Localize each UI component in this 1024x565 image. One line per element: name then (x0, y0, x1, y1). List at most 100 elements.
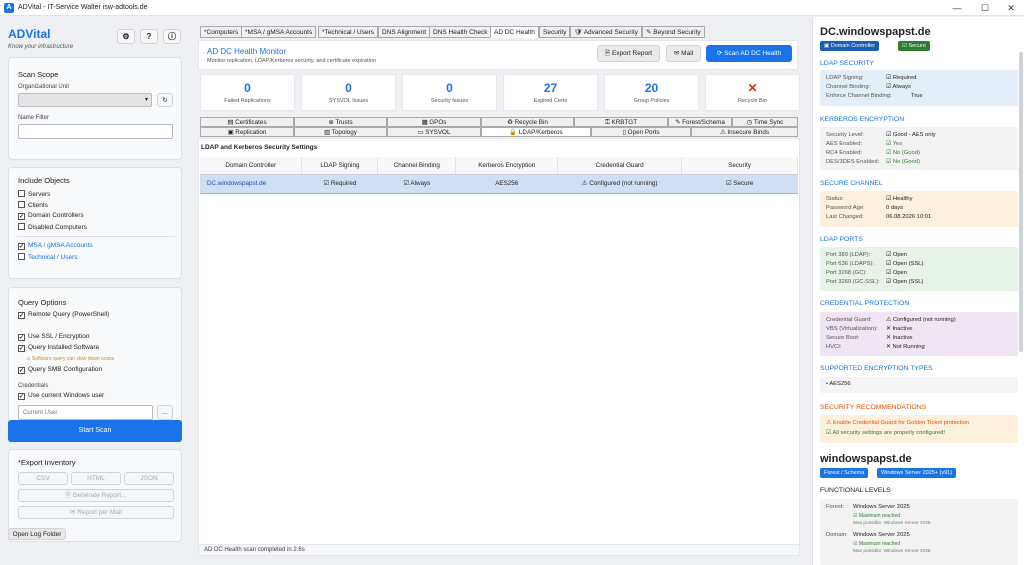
col-ldap-signing[interactable]: LDAP Signing (301, 157, 379, 175)
export-report-button[interactable]: 🗎 Export Report (597, 45, 660, 62)
ou-select[interactable]: ▾ (18, 93, 152, 107)
credential-protection-title: CREDENTIAL PROTECTION (820, 300, 910, 307)
software-checkbox[interactable]: ✓ Query Installed Software (18, 344, 99, 352)
report-mail-button[interactable]: ✉ Report per Mail (18, 506, 174, 519)
warning-icon: ⚠ (886, 317, 893, 323)
smb-checkbox[interactable]: ✓ Query SMB Configuration (18, 366, 102, 374)
subtab-recycle-bin[interactable]: ♻ Recycle Bin (481, 117, 574, 127)
subtab-open-ports[interactable]: ▯ Open Ports (591, 127, 691, 137)
tab-computers[interactable]: *Computers (200, 26, 243, 38)
export-html-button[interactable]: HTML (71, 472, 121, 485)
header-card: AD DC Health Monitor Monitor replication… (198, 40, 798, 70)
functional-levels-title: FUNCTIONAL LEVELS (820, 487, 891, 494)
subtab-gpos[interactable]: ▦ GPOs (387, 117, 481, 127)
subtab-sysvol[interactable]: ▭ SYSVOL (387, 127, 481, 137)
scan-scope-panel: Scan Scope Organizational Unit ▾ ↻ Name … (8, 57, 182, 160)
col-domain-controller[interactable]: Domain Controller (200, 157, 303, 175)
status-bar: AD DC Health scan completed in 2.6s (198, 544, 800, 556)
subtab-certificates[interactable]: ▤ Certificates (200, 117, 294, 127)
col-credential-guard[interactable]: Credential Guard (557, 157, 683, 175)
check-icon: ☑ (886, 279, 893, 285)
name-filter-label: Name Filter (18, 115, 50, 121)
include-title: Include Objects (18, 176, 70, 185)
tech-users-checkbox[interactable]: Technical / Users (18, 253, 78, 261)
subtab-insecure-binds[interactable]: ⚠ Insecure Binds (691, 127, 798, 137)
help-button[interactable]: ? (140, 29, 158, 44)
domain-controllers-checkbox[interactable]: ✓ Domain Controllers (18, 212, 84, 220)
server-icon: ▣ (824, 43, 831, 49)
current-user-checkbox[interactable]: ✓ Use current Windows user (18, 392, 104, 400)
document-icon: 🗎 (65, 492, 73, 499)
col-kerberos-encryption[interactable]: Kerberos Encryption (455, 157, 559, 175)
browse-button[interactable]: ... (157, 405, 173, 420)
detail-panel: DC.windowspapst.de ▣ Domain Controller ☑… (812, 17, 1024, 565)
tab-dns-health[interactable]: DNS Health Check (429, 26, 492, 38)
server-version-badge: Windows Server 2025+ (v91) (877, 468, 957, 478)
col-security[interactable]: Security (681, 157, 798, 175)
open-log-folder-button[interactable]: Open Log Folder (8, 528, 66, 540)
tab-advanced-security[interactable]: 🛡 Advanced Security (570, 26, 642, 38)
start-scan-button[interactable]: Start Scan (8, 420, 182, 442)
ssl-checkbox[interactable]: ✓ Use SSL / Encryption (18, 333, 90, 341)
ldap-security-title: LDAP SECURITY (820, 60, 874, 67)
software-warning: ⚠ Software query can slow down scans (26, 356, 115, 362)
generate-report-button[interactable]: 🗎 Generate Report... (18, 489, 174, 502)
subtab-krbtgt[interactable]: ⚿ KRBTGT (574, 117, 668, 127)
content-card (198, 138, 800, 548)
stat-expired-certs: 27 Expired Certs (503, 74, 598, 111)
mail-button[interactable]: ✉ Mail (666, 45, 701, 62)
check-icon: ☑ (886, 75, 893, 81)
window-title: ADVital - IT-Service Walter isw-adtools.… (18, 4, 148, 11)
subtab-replication[interactable]: ▣ Replication (200, 127, 294, 137)
brand-title: ADVital (8, 27, 51, 41)
recycle-icon: ♻ (507, 119, 515, 126)
subtab-trusts[interactable]: ⊕ Trusts (294, 117, 387, 127)
subtab-forest-schema[interactable]: ✎ Forest/Schema (668, 117, 732, 127)
scrollbar[interactable] (1019, 52, 1023, 352)
section-title: LDAP and Kerberos Security Settings (201, 144, 318, 151)
dc-name: DC.windowspapst.de (820, 26, 931, 38)
clients-checkbox[interactable]: Clients (18, 201, 48, 209)
forest-schema-badge: Forest / Schema (820, 468, 869, 478)
name-filter-input[interactable] (18, 124, 173, 139)
settings-button[interactable]: ⚙ (117, 29, 135, 44)
tab-dns-alignment[interactable]: DNS Alignment (378, 26, 431, 38)
close-button[interactable]: ✕ (1000, 2, 1022, 14)
check-icon: ☑ (886, 261, 893, 267)
tab-security[interactable]: Security (539, 26, 571, 38)
export-csv-button[interactable]: CSV (18, 472, 68, 485)
remote-query-checkbox[interactable]: ✓ Remote Query (PowerShell) (18, 311, 109, 319)
table-row[interactable]: DC.windowspapst.de ☑ Required ☑ Always A… (200, 173, 798, 194)
subtab-time-sync[interactable]: ◷ Time Sync (732, 117, 798, 127)
query-options-panel: Query Options ✓ Remote Query (PowerShell)… (8, 287, 182, 427)
msa-checkbox[interactable]: ✓ MSA / gMSA Accounts (18, 242, 93, 250)
subtab-ldap-kerberos[interactable]: 🔒 LDAP/Kerberos (481, 127, 591, 137)
secure-channel-box: Status: ☑ Healthy Password Age: 0 days Las… (820, 191, 1018, 227)
refresh-icon: ↻ (162, 97, 168, 104)
ldap-ports-title: LDAP PORTS (820, 236, 863, 243)
username-input[interactable]: Current User (18, 405, 153, 420)
tab-msa[interactable]: *MSA / gMSA Accounts (241, 26, 317, 38)
maximize-button[interactable]: ☐ (974, 2, 996, 14)
export-json-button[interactable]: JSON (124, 472, 174, 485)
x-icon: ✕ (747, 81, 758, 95)
shield-icon: 🛡 (574, 29, 583, 36)
scan-ad-dc-health-button[interactable]: ⟳ Scan AD DC Health (706, 45, 792, 62)
check-icon: ☑ (886, 132, 893, 138)
refresh-ou-button[interactable]: ↻ (157, 93, 173, 107)
tab-technical-users[interactable]: *Technical / Users (318, 26, 379, 38)
tab-beyond-security[interactable]: ✎ Beyond Security (642, 26, 705, 38)
check-icon: ☑ (886, 141, 893, 147)
servers-checkbox[interactable]: Servers (18, 190, 50, 198)
main-panel: *Computers *MSA / gMSA Accounts *Technic… (198, 17, 800, 565)
check-icon: ☑ (886, 159, 893, 165)
subtab-topology[interactable]: ▥ Topology (294, 127, 387, 137)
encryption-types-title: SUPPORTED ENCRYPTION TYPES (820, 365, 933, 372)
disabled-computers-checkbox[interactable]: Disabled Computers (18, 223, 87, 231)
check-icon: ☑ (886, 270, 893, 276)
check-icon: ☑ (886, 252, 893, 258)
minimize-button[interactable]: — (946, 2, 968, 14)
col-channel-binding[interactable]: Channel Binding (377, 157, 457, 175)
info-button[interactable]: ⓘ (163, 29, 181, 44)
tab-ad-dc-health[interactable]: AD DC Health (490, 26, 539, 38)
